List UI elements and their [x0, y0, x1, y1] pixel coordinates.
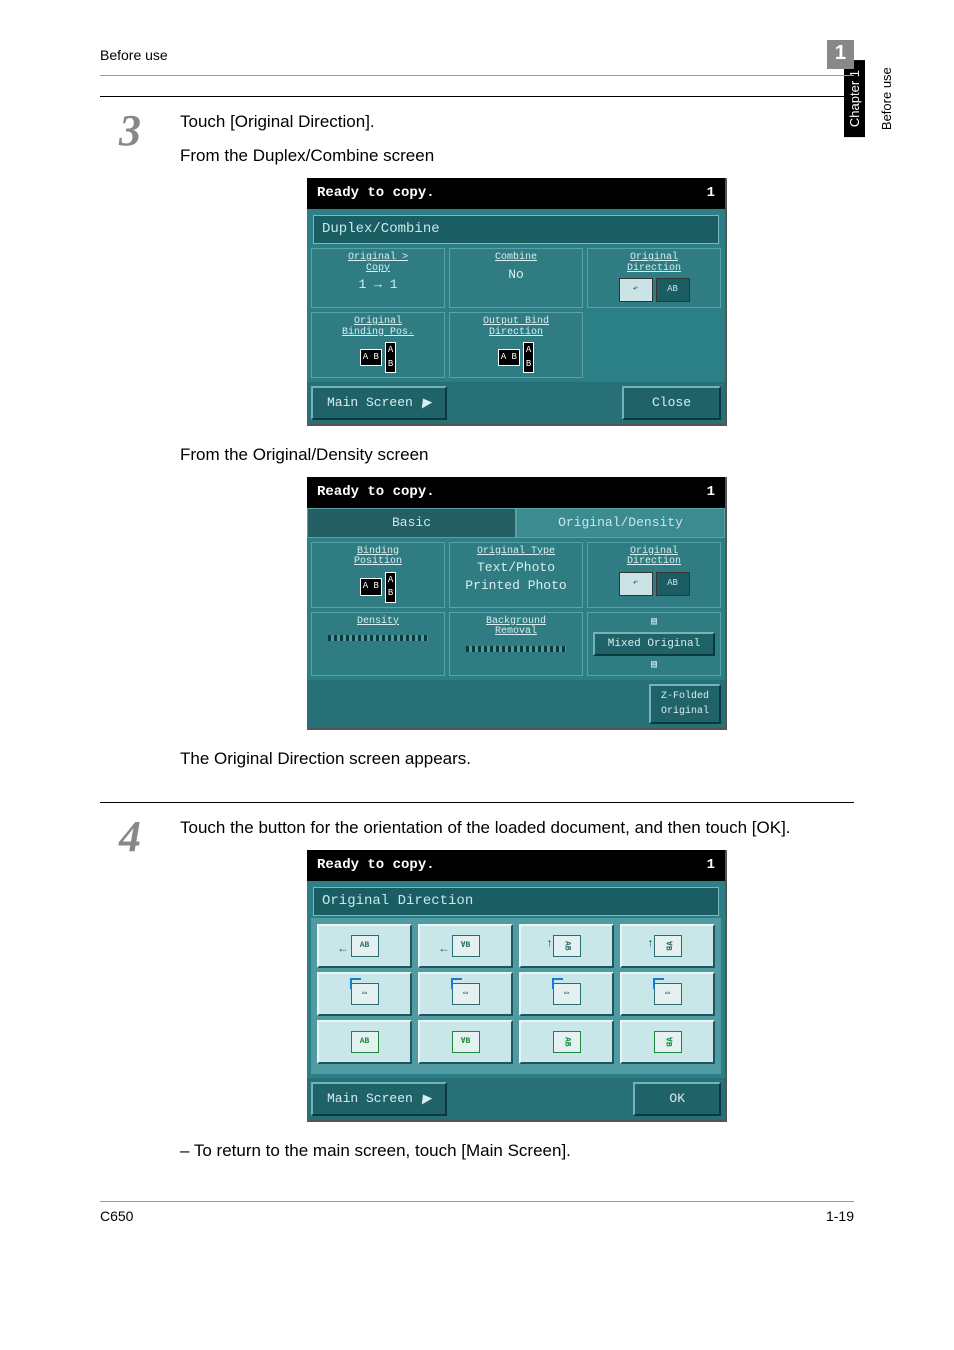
screen3-title: Original Direction: [313, 887, 719, 916]
density-slider-icon: [328, 635, 427, 641]
orient-btn-1[interactable]: AB: [317, 924, 412, 968]
orient-btn-3[interactable]: AB: [519, 924, 614, 968]
step-3: 3 Touch [Original Direction]. From the D…: [100, 96, 854, 780]
binding-position-cell[interactable]: Original Binding Pos. A BAB: [311, 312, 445, 378]
main-screen-button[interactable]: Main Screen: [311, 386, 447, 420]
z-folded-button[interactable]: Z-Folded Original: [649, 684, 721, 724]
direction-icons: ↶AB: [619, 278, 690, 302]
page-header: Before use 1: [100, 40, 854, 76]
step4-note: – To return to the main screen, touch [M…: [180, 1138, 854, 1164]
copy-count: 1: [707, 183, 715, 204]
orient-btn-10[interactable]: ∀B: [418, 1020, 513, 1064]
orient-btn-6[interactable]: ▭: [418, 972, 513, 1016]
combine-cell[interactable]: Combine No: [449, 248, 583, 308]
copy-count-3: 1: [707, 855, 715, 876]
orient-btn-5[interactable]: ▭: [317, 972, 412, 1016]
back-arrow-icon: [418, 396, 432, 409]
original-density-screen: Ready to copy. 1 Basic Original/Density …: [307, 477, 727, 730]
output-bind-cell[interactable]: Output Bind Direction A BAB: [449, 312, 583, 378]
orient-btn-7[interactable]: ▭: [519, 972, 614, 1016]
mixed-original-button[interactable]: Mixed Original: [593, 632, 715, 657]
binding-position-cell-2[interactable]: Binding Position A BAB: [311, 542, 445, 608]
duplex-combine-screen: Ready to copy. 1 Duplex/Combine Original…: [307, 178, 727, 426]
original-direction-cell[interactable]: Original Direction ↶AB: [587, 248, 721, 308]
direction-icons-2: ↶AB: [619, 572, 690, 596]
between-caption: From the Original/Density screen: [180, 442, 854, 468]
empty-cell: [587, 312, 721, 378]
copy-count-2: 1: [707, 482, 715, 503]
orient-btn-8[interactable]: ▭: [620, 972, 715, 1016]
step-number-3: 3: [100, 109, 160, 780]
orient-btn-9[interactable]: AB: [317, 1020, 412, 1064]
step4-instruction: Touch the button for the orientation of …: [180, 815, 854, 841]
orient-btn-11[interactable]: AB: [519, 1020, 614, 1064]
back-arrow-icon-3: [418, 1092, 432, 1105]
original-direction-screen: Ready to copy. 1 Original Direction AB ∀…: [307, 850, 727, 1122]
ab-icon: A BAB: [360, 342, 397, 373]
orient-btn-2[interactable]: ∀B: [418, 924, 513, 968]
orient-btn-4[interactable]: ∀B: [620, 924, 715, 968]
header-left: Before use: [100, 47, 168, 63]
after-screen2-text: The Original Direction screen appears.: [180, 746, 854, 772]
background-removal-cell[interactable]: Background Removal: [449, 612, 583, 677]
ab-icon-3: A BAB: [360, 572, 397, 603]
header-chapter-number: 1: [827, 40, 854, 69]
tab-basic[interactable]: Basic: [307, 508, 516, 538]
status-text-2: Ready to copy.: [317, 482, 435, 503]
step3-instruction: Touch [Original Direction].: [180, 109, 854, 135]
step3-caption: From the Duplex/Combine screen: [180, 143, 854, 169]
step-4: 4 Touch the button for the orientation o…: [100, 802, 854, 1172]
mixed-zfold-cell: ▤ Mixed Original ▤: [587, 612, 721, 677]
original-copy-cell[interactable]: Original > Copy 1 → 1: [311, 248, 445, 308]
close-button[interactable]: Close: [622, 386, 721, 420]
screen1-title: Duplex/Combine: [313, 215, 719, 244]
density-cell[interactable]: Density: [311, 612, 445, 677]
ab-icon-2: A BAB: [498, 342, 535, 373]
status-text: Ready to copy.: [317, 183, 435, 204]
page-footer: C650 1-19: [100, 1201, 854, 1224]
main-screen-button-3[interactable]: Main Screen: [311, 1082, 447, 1116]
step-number-4: 4: [100, 815, 160, 1172]
original-type-cell[interactable]: Original Type Text/Photo Printed Photo: [449, 542, 583, 608]
status-text-3: Ready to copy.: [317, 855, 435, 876]
orient-btn-12[interactable]: ∀B: [620, 1020, 715, 1064]
original-direction-cell-2[interactable]: Original Direction ↶AB: [587, 542, 721, 608]
footer-model: C650: [100, 1208, 133, 1224]
ok-button[interactable]: OK: [633, 1082, 721, 1116]
bg-slider-icon: [466, 646, 565, 652]
footer-page: 1-19: [826, 1208, 854, 1224]
tab-original-density[interactable]: Original/Density: [516, 508, 725, 538]
